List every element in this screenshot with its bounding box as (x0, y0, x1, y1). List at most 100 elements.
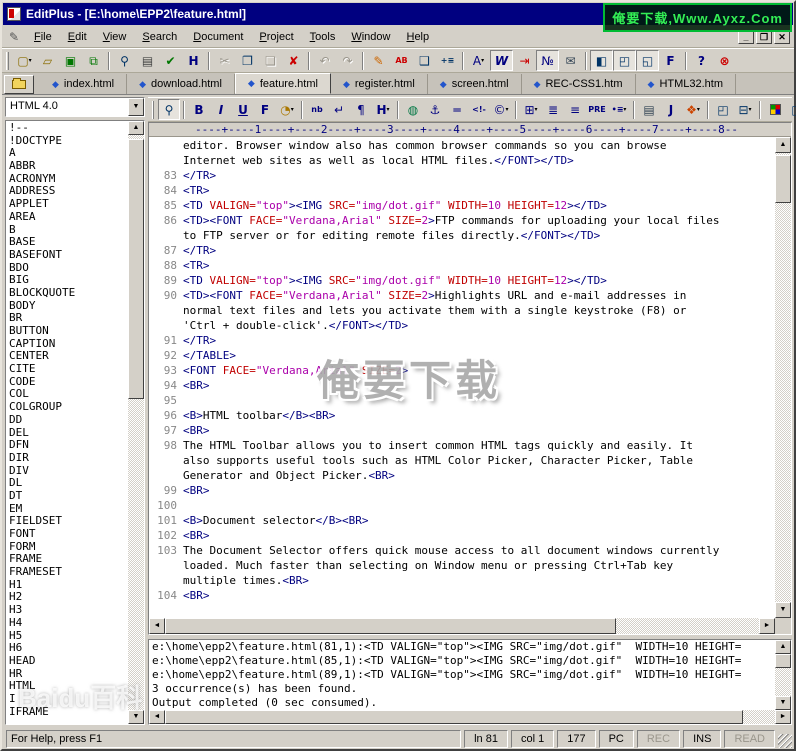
cliptext-item[interactable]: IFRAME (9, 706, 128, 719)
code-area[interactable]: editor. Browser window also has common b… (149, 137, 775, 618)
cliptext-item[interactable]: APPLET (9, 198, 128, 211)
cliptext-item[interactable]: BODY (9, 300, 128, 313)
title-bar[interactable]: EditPlus - [E:\home\EPP2\feature.html] 俺… (3, 3, 793, 25)
scrollbar-thumb[interactable] (128, 139, 144, 399)
new-html-page-button[interactable]: H (182, 50, 205, 71)
output-vscrollbar[interactable]: ▲ ▼ (775, 640, 791, 710)
menu-document[interactable]: Document (185, 28, 251, 46)
cliptext-item[interactable]: BUTTON (9, 325, 128, 338)
cliptext-item[interactable]: H6 (9, 642, 128, 655)
scroll-down-button[interactable]: ▼ (775, 602, 791, 618)
directory-window-button[interactable]: ◰ (613, 50, 636, 71)
cliptext-item[interactable]: DIV (9, 465, 128, 478)
object-picker-button[interactable]: ❖▾ (682, 99, 704, 120)
print-button[interactable]: ▤ (136, 50, 159, 71)
editor-pane[interactable]: ----+----1----+----2----+----3----+----4… (148, 122, 792, 635)
javascript-button[interactable]: J (660, 99, 682, 120)
stop-button[interactable]: ⊗ (713, 50, 736, 71)
cliptext-item[interactable]: !-- (9, 122, 128, 135)
horizontal-rule-button[interactable]: ═ (446, 99, 468, 120)
nbsp-button[interactable]: nb (306, 99, 328, 120)
cliptext-item[interactable]: DL (9, 477, 128, 490)
cliptext-item[interactable]: FRAMESET (9, 566, 128, 579)
scrollbar-thumb[interactable] (775, 155, 791, 203)
cliptext-item[interactable]: BASE (9, 236, 128, 249)
output-text[interactable]: e:\home\epp2\feature.html(81,1):<TD VALI… (149, 640, 775, 710)
scroll-up-button[interactable]: ▲ (775, 137, 791, 153)
underline-button[interactable]: U (232, 99, 254, 120)
menu-project[interactable]: Project (251, 28, 301, 46)
color-palette-button[interactable] (764, 99, 786, 120)
menu-help[interactable]: Help (398, 28, 437, 46)
tab-register.html[interactable]: ◆register.html (331, 74, 428, 94)
tab-screen.html[interactable]: ◆screen.html (428, 74, 522, 94)
scroll-down-button[interactable]: ▼ (128, 710, 144, 724)
open-file-button[interactable]: ▱ (36, 50, 59, 71)
align-left-button[interactable]: ≣ (542, 99, 564, 120)
font-button[interactable]: F (254, 99, 276, 120)
editor-hscrollbar[interactable]: ◄ ► (149, 618, 775, 634)
cliptext-window-button[interactable]: ◧ (590, 50, 613, 71)
sort-list-button[interactable]: +≡ (436, 50, 459, 71)
scroll-right-button[interactable]: ► (775, 710, 791, 724)
italic-button[interactable]: I (210, 99, 232, 120)
bold-button[interactable]: B (188, 99, 210, 120)
scrollbar-thumb[interactable] (775, 654, 791, 668)
anchor-button[interactable]: ⚓ (424, 99, 446, 120)
table-button[interactable]: ⊞▾ (520, 99, 542, 120)
menu-search[interactable]: Search (134, 28, 185, 46)
output-window-button[interactable]: ◱ (636, 50, 659, 71)
indent-button[interactable]: ⇥ (513, 50, 536, 71)
tab-download.html[interactable]: ◆download.html (127, 74, 235, 94)
highlight-button[interactable]: ✎ (367, 50, 390, 71)
ftp-upload-button[interactable]: ✉ (559, 50, 582, 71)
word-wrap-button[interactable]: W (490, 50, 513, 71)
save-all-button[interactable]: ⧉ (82, 50, 105, 71)
scroll-left-button[interactable]: ◄ (149, 710, 165, 724)
cliptext-item[interactable]: HTML (9, 680, 128, 693)
scroll-up-button[interactable]: ▲ (775, 640, 791, 654)
menu-file[interactable]: File (26, 28, 60, 46)
save-button[interactable]: ▣ (59, 50, 82, 71)
output-hscrollbar[interactable]: ◄ ► (149, 710, 791, 724)
font-list-button[interactable]: A▾ (467, 50, 490, 71)
cliptext-item[interactable]: BLOCKQUOTE (9, 287, 128, 300)
line-break-button[interactable]: ↵ (328, 99, 350, 120)
context-help-button[interactable]: ? (690, 50, 713, 71)
form-button[interactable]: ⊟▾ (734, 99, 756, 120)
toolbar-grip[interactable] (6, 52, 9, 70)
combo-dropdown-button[interactable]: ▼ (128, 98, 144, 116)
cliptext-item[interactable]: DT (9, 490, 128, 503)
resize-grip[interactable] (778, 734, 792, 748)
toolbar-grip[interactable] (152, 101, 154, 119)
script-button[interactable]: ▤ (638, 99, 660, 120)
menu-view[interactable]: View (95, 28, 135, 46)
cliptext-item[interactable]: ABBR (9, 160, 128, 173)
paragraph-button[interactable]: ¶ (350, 99, 372, 120)
font-style-button[interactable]: AB (390, 50, 413, 71)
copy-button[interactable]: ❐ (236, 50, 259, 71)
cliptext-item[interactable]: COLGROUP (9, 401, 128, 414)
function-list-button[interactable]: F (659, 50, 682, 71)
tab-index.html[interactable]: ◆index.html (40, 74, 127, 94)
menu-window[interactable]: Window (343, 28, 398, 46)
cliptext-item[interactable]: DFN (9, 439, 128, 452)
scroll-left-button[interactable]: ◄ (149, 618, 165, 634)
menu-tools[interactable]: Tools (302, 28, 344, 46)
cliptext-item[interactable]: FONT (9, 528, 128, 541)
cliptext-item[interactable]: DD (9, 414, 128, 427)
cliptext-item[interactable]: I (9, 693, 128, 706)
frame-button[interactable]: ◰ (712, 99, 734, 120)
cliptext-item[interactable]: DIR (9, 452, 128, 465)
comment-button[interactable]: <!- (468, 99, 490, 120)
cliptext-scrollbar[interactable]: ▲ ▼ (128, 121, 144, 724)
line-numbers-button[interactable]: № (536, 50, 559, 71)
special-char-button[interactable]: ©▾ (490, 99, 512, 120)
browser-preview-button[interactable]: ⚲ (158, 99, 180, 120)
cliptext-item[interactable]: H3 (9, 604, 128, 617)
editor-vscrollbar[interactable]: ▲ ▼ (775, 137, 791, 618)
spell-check-button[interactable]: ✔ (159, 50, 182, 71)
align-center-button[interactable]: ≡ (564, 99, 586, 120)
cliptext-item[interactable]: H4 (9, 617, 128, 630)
list-button[interactable]: •≡▾ (608, 99, 630, 120)
